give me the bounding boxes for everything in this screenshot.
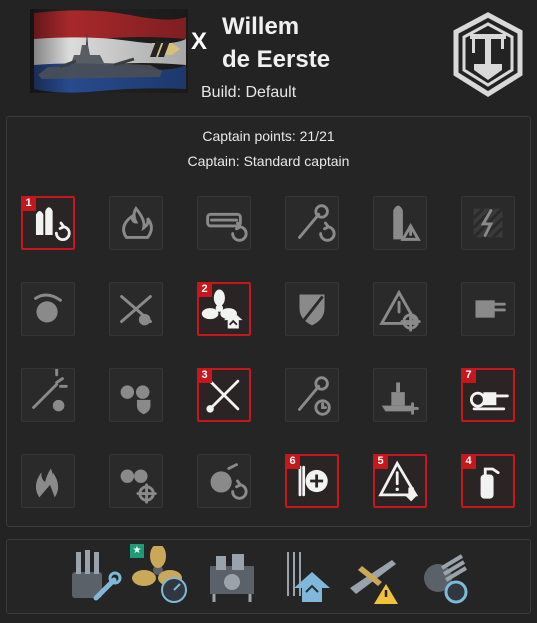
skill-slot[interactable]: 3 [197, 368, 251, 422]
skill-slot[interactable]: 5 [373, 454, 427, 508]
skill-order-badge: 4 [461, 454, 476, 469]
skill-slot[interactable] [461, 282, 515, 336]
captain-name: Captain: Standard captain [187, 153, 350, 169]
skill-slot[interactable]: 2 [197, 282, 251, 336]
plane-warning-upgrade-icon [342, 560, 402, 610]
header: X Willem de Eerste Build: Default [0, 0, 537, 112]
skill-order-badge: 2 [197, 282, 212, 297]
upgrade-slot[interactable] [412, 546, 472, 606]
skill-order-badge: 3 [197, 368, 212, 383]
engine-room-upgrade-icon [202, 554, 262, 610]
skill-slot[interactable] [109, 454, 163, 508]
skill-slot[interactable] [21, 454, 75, 508]
captain-points: Captain points: 21/21 [202, 128, 335, 144]
ship-name-line1: Willem [222, 13, 300, 40]
skill-slot[interactable] [109, 282, 163, 336]
upgrade-slot[interactable]: ★ [130, 544, 192, 606]
skill-slot[interactable] [109, 368, 163, 422]
skill-order-badge: 6 [285, 454, 300, 469]
skill-slot[interactable] [21, 282, 75, 336]
skill-slot[interactable] [21, 368, 75, 422]
skill-slot[interactable] [285, 196, 339, 250]
skill-slot[interactable] [109, 196, 163, 250]
skill-slot[interactable] [285, 368, 339, 422]
arrows-up-upgrade-icon [272, 552, 332, 610]
guns-wrench-upgrade-icon [62, 550, 122, 610]
upgrade-slot[interactable] [342, 546, 402, 606]
skill-order-badge: 1 [21, 196, 36, 211]
tier-label: X [191, 28, 208, 55]
skill-slot[interactable] [373, 282, 427, 336]
propeller-gauge-upgrade-icon [132, 544, 192, 610]
dutch-flag-battleship-icon [30, 9, 188, 93]
turret-reload-upgrade-icon [412, 554, 472, 610]
skill-slot[interactable]: 6 [285, 454, 339, 508]
skill-slot[interactable] [461, 196, 515, 250]
upgrade-slot[interactable] [202, 546, 262, 606]
skill-slot[interactable]: 7 [461, 368, 515, 422]
skill-slot[interactable] [285, 282, 339, 336]
upgrade-slot[interactable] [272, 546, 332, 606]
build-label: Build: Default [201, 84, 297, 101]
ship-name: Willem de Eerste [222, 10, 330, 76]
ship-name-line2: de Eerste [222, 46, 331, 73]
skill-slot[interactable] [197, 196, 251, 250]
skill-slot[interactable]: 1 [21, 196, 75, 250]
netherlands-crane-emblem-icon [452, 12, 524, 98]
skill-order-badge: 5 [373, 454, 388, 469]
skill-slot[interactable]: 4 [461, 454, 515, 508]
upgrade-slot[interactable] [62, 546, 122, 606]
skill-slot[interactable] [197, 454, 251, 508]
skill-order-badge: 7 [461, 368, 476, 383]
captain-skills-panel [6, 116, 531, 527]
skill-slot[interactable] [373, 368, 427, 422]
special-upgrade-star-icon: ★ [130, 544, 144, 558]
skill-slot[interactable] [373, 196, 427, 250]
